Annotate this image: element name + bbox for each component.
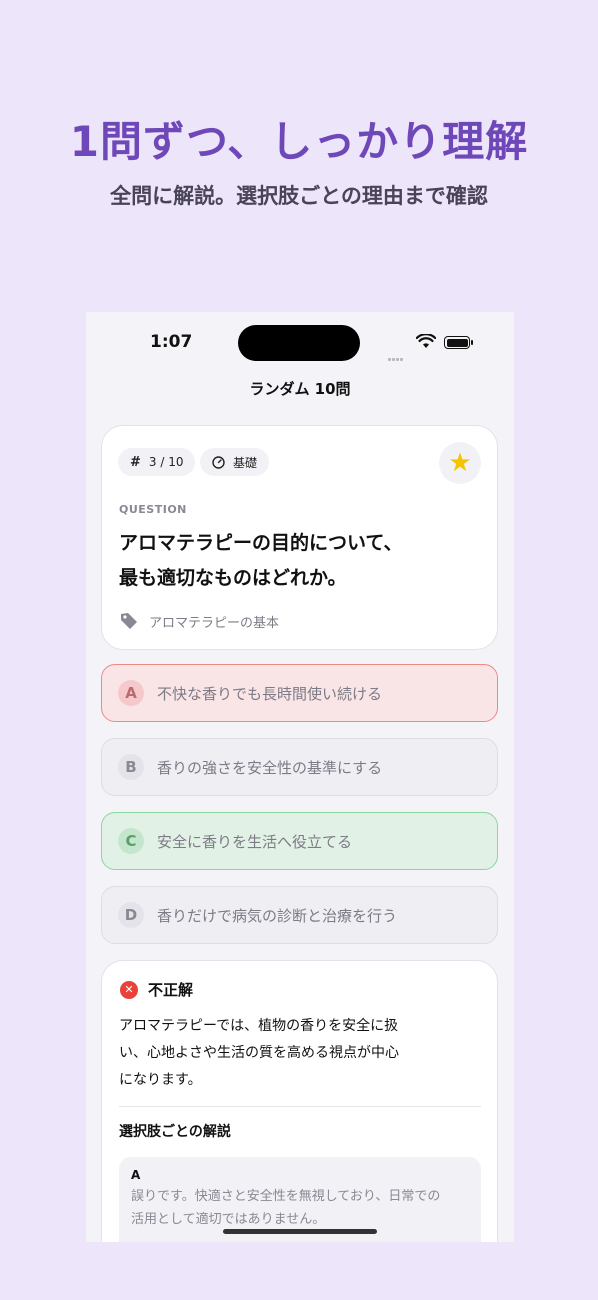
- explanation-line-1: アロマテラピーでは、植物の香りを安全に扱: [119, 1018, 399, 1034]
- battery-tip: [471, 340, 473, 345]
- option-letter: A: [118, 680, 144, 706]
- topic-tag: アロマテラピーの基本: [119, 611, 279, 631]
- option-letter: C: [118, 828, 144, 854]
- tag-icon: [121, 613, 137, 629]
- explanation-line-2: い、心地よさや生活の質を高める視点が中心: [119, 1045, 399, 1061]
- star-icon: ★: [448, 448, 472, 478]
- question-line-2: 最も適切なものはどれか。: [119, 567, 347, 589]
- topic-tag-label: アロマテラピーの基本: [149, 615, 280, 631]
- signal-icon: [388, 346, 404, 365]
- option-text: 香りだけで病気の診断と治療を行う: [157, 906, 398, 925]
- home-indicator[interactable]: [223, 1229, 377, 1234]
- question-line-1: アロマテラピーの目的について、: [119, 532, 403, 554]
- option-b[interactable]: B 香りの強さを安全性の基準にする: [101, 738, 498, 796]
- option-c[interactable]: C 安全に香りを生活へ役立てる: [101, 812, 498, 870]
- phone-screen: 1:07 ランダム 10問 # 3 / 10 基礎 ★ QUESTION アロマ…: [86, 312, 514, 1242]
- result-label: 不正解: [148, 981, 194, 999]
- explanation-line-3: になります。: [119, 1072, 202, 1088]
- divider: [119, 1106, 481, 1107]
- question-counter: 3 / 10: [148, 455, 184, 469]
- level-label: 基礎: [233, 455, 258, 470]
- choice-explanation-text: 誤りです。快適さと安全性を無視しており、日常での 活用として適切ではありません。: [131, 1185, 471, 1231]
- option-letter: D: [118, 902, 144, 928]
- option-letter: B: [118, 754, 144, 780]
- battery-icon: [444, 336, 470, 349]
- result-header: ✕ 不正解: [120, 979, 193, 1000]
- favorite-star-button[interactable]: ★: [439, 442, 481, 484]
- explanation-card: ✕ 不正解 アロマテラピーでは、植物の香りを安全に扱 い、心地よさや生活の質を高…: [101, 960, 498, 1242]
- per-choice-heading: 選択肢ごとの解説: [119, 1124, 231, 1140]
- promo-subtitle: 全問に解説。選択肢ごとの理由まで確認: [110, 184, 488, 208]
- question-counter-chip: # 3 / 10: [118, 448, 196, 476]
- promo-title: 1問ずつ、しっかり理解: [69, 117, 529, 166]
- option-text: 不快な香りでも長時間使い続ける: [157, 684, 383, 703]
- question-section-label: QUESTION: [119, 503, 187, 516]
- explanation-body: アロマテラピーでは、植物の香りを安全に扱 い、心地よさや生活の質を高める視点が中…: [119, 1013, 449, 1094]
- question-text: アロマテラピーの目的について、 最も適切なものはどれか。: [119, 526, 479, 596]
- nav-title: ランダム 10問: [249, 380, 351, 398]
- gauge-icon: [212, 455, 225, 469]
- status-time: 1:07: [150, 332, 193, 352]
- level-chip: 基礎: [200, 448, 270, 476]
- choice-explanation-letter: A: [131, 1168, 141, 1182]
- choice-explanation-line-2: 活用として適切ではありません。: [131, 1212, 326, 1227]
- choice-explanation-line-1: 誤りです。快適さと安全性を無視しており、日常での: [131, 1189, 441, 1204]
- option-text: 安全に香りを生活へ役立てる: [157, 832, 353, 851]
- question-card: # 3 / 10 基礎 ★ QUESTION アロマテラピーの目的について、 最…: [101, 425, 498, 650]
- wifi-icon: [416, 334, 436, 348]
- option-d[interactable]: D 香りだけで病気の診断と治療を行う: [101, 886, 498, 944]
- option-text: 香りの強さを安全性の基準にする: [157, 758, 383, 777]
- error-icon: ✕: [120, 980, 138, 999]
- dynamic-island: [238, 325, 360, 361]
- hash-icon: #: [130, 454, 141, 470]
- option-a[interactable]: A 不快な香りでも長時間使い続ける: [101, 664, 498, 722]
